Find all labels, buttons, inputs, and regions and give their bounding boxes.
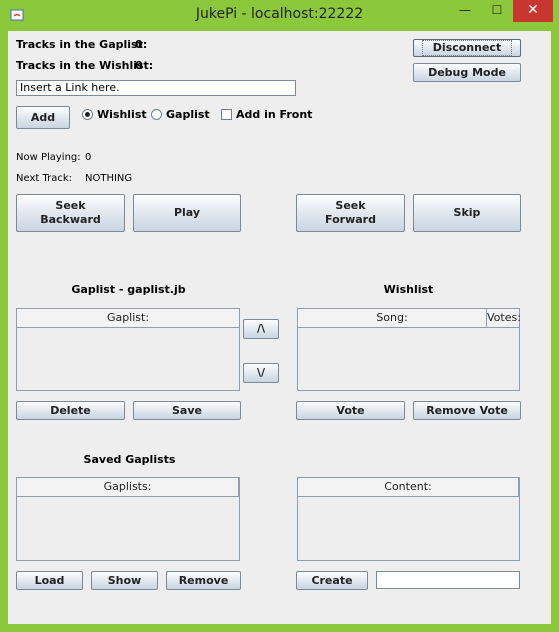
- vote-button[interactable]: Vote: [296, 401, 405, 420]
- minimize-button[interactable]: —: [450, 0, 480, 22]
- wishlist-title: Wishlist: [383, 283, 434, 296]
- disconnect-button[interactable]: Disconnect: [413, 39, 521, 57]
- saved-gaplists-header: Gaplists:: [17, 478, 239, 497]
- delete-button[interactable]: Delete: [16, 401, 125, 420]
- title-bar[interactable]: JukePi - localhost:22222 — ☐ ✕: [0, 0, 559, 30]
- gaplist-tracks-value: 0: [135, 38, 143, 51]
- seek-forward-line2: Forward: [325, 213, 376, 226]
- main-panel: Tracks in the Gaplist: 0 Tracks in the W…: [8, 31, 551, 624]
- wishlist-table-header: Song: Votes:: [298, 309, 521, 328]
- gaplist-tracks-label: Tracks in the Gaplist:: [16, 38, 148, 51]
- wishlist-tracks-value: 0: [135, 59, 143, 72]
- create-button[interactable]: Create: [296, 571, 368, 590]
- saved-gaplists-table[interactable]: Gaplists:: [16, 477, 240, 561]
- play-button[interactable]: Play: [133, 194, 241, 232]
- content-column-header[interactable]: Content:: [298, 478, 519, 496]
- close-button[interactable]: ✕: [513, 0, 553, 22]
- gaplist-table-header: Gaplist:: [17, 309, 239, 328]
- move-up-button[interactable]: /\: [243, 319, 279, 339]
- skip-button[interactable]: Skip: [413, 194, 521, 232]
- gaplist-radio[interactable]: [151, 109, 162, 120]
- seek-backward-button[interactable]: Seek Backward: [16, 194, 125, 232]
- remove-button[interactable]: Remove: [166, 571, 241, 590]
- disconnect-label: Disconnect: [421, 40, 513, 56]
- seek-backward-line1: Seek: [55, 199, 86, 212]
- next-track-value: NOTHING: [85, 173, 133, 184]
- content-table-header: Content:: [298, 478, 519, 497]
- gaplists-column-header[interactable]: Gaplists:: [17, 478, 239, 496]
- wishlist-radio[interactable]: [82, 109, 93, 120]
- load-button[interactable]: Load: [16, 571, 83, 590]
- now-playing-label: Now Playing:: [16, 152, 81, 163]
- seek-forward-line1: Seek: [335, 199, 366, 212]
- next-track-label: Next Track:: [16, 173, 73, 184]
- gaplist-title: Gaplist - gaplist.jb: [71, 283, 186, 296]
- wishlist-radio-label: Wishlist: [97, 108, 147, 121]
- gaplist-column-header[interactable]: Gaplist:: [17, 309, 239, 327]
- gaplist-radio-label: Gaplist: [166, 108, 210, 121]
- move-down-button[interactable]: \/: [243, 363, 279, 383]
- debug-mode-button[interactable]: Debug Mode: [413, 63, 521, 82]
- add-in-front-checkbox[interactable]: [221, 109, 232, 120]
- maximize-button[interactable]: ☐: [482, 0, 512, 22]
- gaplist-table[interactable]: Gaplist:: [16, 308, 240, 391]
- saved-gaplists-title: Saved Gaplists: [83, 453, 176, 466]
- content-table[interactable]: Content:: [297, 477, 520, 561]
- add-button[interactable]: Add: [16, 106, 70, 129]
- add-in-front-label: Add in Front: [236, 108, 313, 121]
- votes-column-header[interactable]: Votes:: [487, 309, 521, 327]
- wishlist-table[interactable]: Song: Votes:: [297, 308, 521, 391]
- show-button[interactable]: Show: [91, 571, 158, 590]
- now-playing-value: 0: [85, 152, 92, 163]
- link-input[interactable]: Insert a Link here.: [16, 80, 296, 96]
- seek-forward-button[interactable]: Seek Forward: [296, 194, 405, 232]
- save-button[interactable]: Save: [133, 401, 241, 420]
- seek-backward-line2: Backward: [40, 213, 101, 226]
- remove-vote-button[interactable]: Remove Vote: [413, 401, 521, 420]
- gaplist-name-input[interactable]: [376, 571, 520, 589]
- wishlist-tracks-label: Tracks in the Wishlist:: [16, 59, 154, 72]
- song-column-header[interactable]: Song:: [298, 309, 487, 327]
